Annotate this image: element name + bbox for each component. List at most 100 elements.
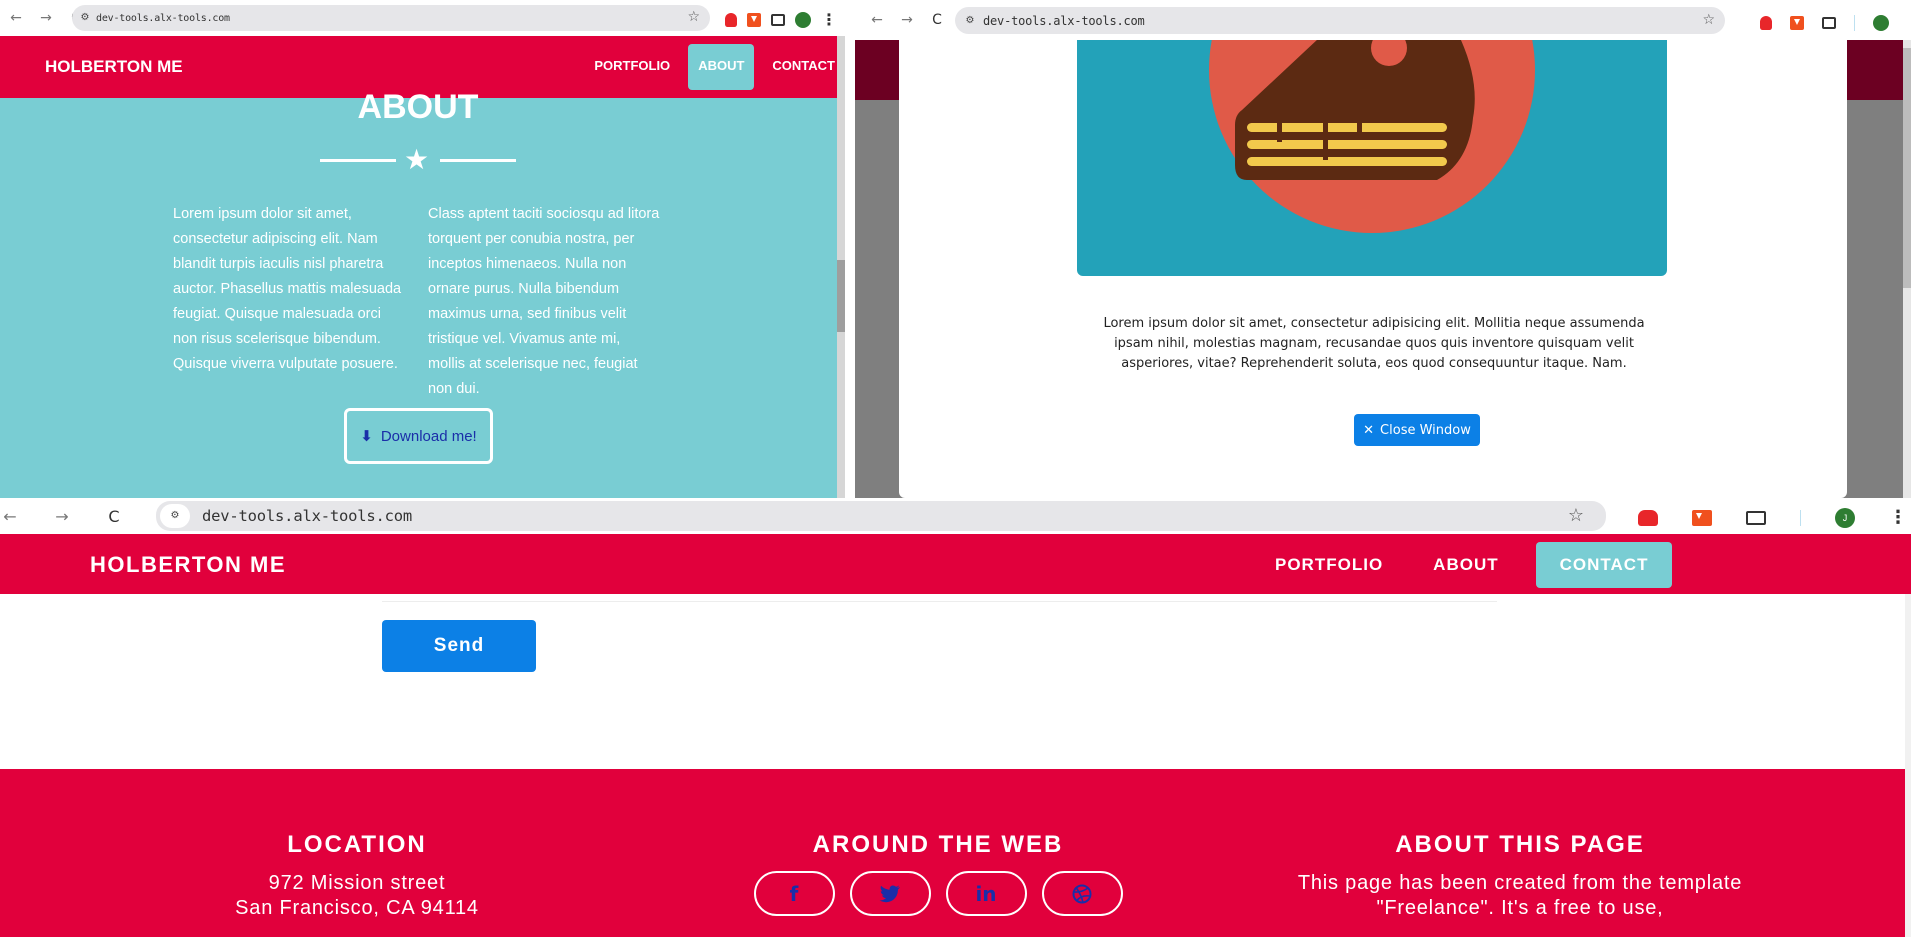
footer-web-title: AROUND THE WEB xyxy=(812,831,1064,858)
browser-nav-buttons: ← → C xyxy=(0,507,124,526)
forward-arrow-icon[interactable]: → xyxy=(52,507,72,526)
footer-address: 972 Mission street San Francisco, CA 941… xyxy=(180,871,534,921)
back-arrow-icon[interactable]: ← xyxy=(869,12,885,28)
nav-link-about[interactable]: ABOUT xyxy=(688,44,755,90)
footer-about-page: ABOUT THIS PAGE This page has been creat… xyxy=(1258,769,1782,921)
linkedin-icon[interactable]: in xyxy=(945,871,1027,916)
about-title: ABOUT xyxy=(357,88,479,126)
extensions-bar: ⋮ xyxy=(1760,13,1911,32)
bookmark-star-icon[interactable]: ☆ xyxy=(1568,505,1584,526)
nav-links: PORTFOLIO ABOUT CONTACT xyxy=(1250,542,1673,588)
nav-link-portfolio[interactable]: PORTFOLIO xyxy=(584,44,680,90)
url-text: dev-tools.alx-tools.com xyxy=(983,13,1145,28)
about-text-column-2: Class aptent taciti sociosqu ad litora t… xyxy=(428,206,660,397)
site-info-icon[interactable]: ⚙ xyxy=(160,504,190,528)
footer-around-web: AROUND THE WEB f in xyxy=(748,769,1128,916)
nav-link-contact[interactable]: CONTACT xyxy=(1535,542,1673,588)
browser-toolbar: ← → C ⚙ dev-tools.alx-tools.com ☆ ⋮ xyxy=(855,0,1911,40)
dribbble-icon[interactable] xyxy=(1041,871,1123,916)
about-text-column-1: Lorem ipsum dolor sit amet, consectetur … xyxy=(173,206,402,372)
extensions-bar: ⋮ xyxy=(725,10,837,29)
divider-line xyxy=(440,159,516,162)
forward-arrow-icon[interactable]: → xyxy=(899,12,915,28)
nav-link-about[interactable]: ABOUT xyxy=(1408,542,1523,588)
extensions-puzzle-icon[interactable] xyxy=(1746,510,1766,525)
extensions-bar: J ⋮ xyxy=(1638,507,1907,528)
nav-links: PORTFOLIO ABOUT CONTACT xyxy=(584,44,845,90)
download-extension-icon[interactable] xyxy=(1790,15,1804,30)
browser-window-contact: ← → C ⚙ dev-tools.alx-tools.com ☆ J ⋮ HO… xyxy=(0,498,1911,937)
toolbar-separator xyxy=(1800,509,1801,526)
profile-avatar[interactable] xyxy=(795,11,811,28)
browser-menu-icon[interactable]: ⋮ xyxy=(821,10,837,29)
site-info-icon[interactable]: ⚙ xyxy=(961,12,979,30)
footer-about-title: ABOUT THIS PAGE xyxy=(1395,831,1645,858)
bookmark-star-icon[interactable]: ☆ xyxy=(687,9,700,25)
download-icon: ⬇ xyxy=(360,427,373,445)
send-button[interactable]: Send xyxy=(382,620,536,672)
divider-line xyxy=(320,159,396,162)
close-window-label: Close Window xyxy=(1380,422,1471,438)
download-button[interactable]: ⬇ Download me! xyxy=(344,408,493,464)
site-info-icon[interactable]: ⚙ xyxy=(76,9,94,27)
browser-menu-icon[interactable]: ⋮ xyxy=(1907,13,1911,32)
scrollbar-thumb[interactable] xyxy=(837,260,845,332)
modal-description: Lorem ipsum dolor sit amet, consectetur … xyxy=(1103,316,1645,371)
ad-block-extension-icon[interactable] xyxy=(1760,15,1772,30)
profile-avatar[interactable]: J xyxy=(1835,507,1855,528)
address-bar[interactable]: ⚙ dev-tools.alx-tools.com ☆ xyxy=(156,501,1606,531)
portfolio-modal: Lorem ipsum dolor sit amet, consectetur … xyxy=(899,40,1847,498)
extensions-puzzle-icon[interactable] xyxy=(1822,16,1836,29)
facebook-icon[interactable]: f xyxy=(753,871,835,916)
twitter-icon[interactable] xyxy=(849,871,931,916)
back-arrow-icon[interactable]: ← xyxy=(0,507,20,526)
star-icon: ★ xyxy=(404,143,430,176)
form-field-underline xyxy=(382,601,1497,602)
scrollbar-track[interactable] xyxy=(1903,40,1911,498)
nav-link-contact[interactable]: CONTACT xyxy=(762,44,845,90)
scrollbar-track[interactable] xyxy=(1905,594,1911,937)
browser-menu-icon[interactable]: ⋮ xyxy=(1889,507,1907,528)
dribbble-ball-icon xyxy=(1072,884,1092,903)
browser-window-portfolio-modal: ← → C ⚙ dev-tools.alx-tools.com ☆ ⋮ xyxy=(855,0,1911,498)
forward-arrow-icon[interactable]: → xyxy=(38,10,54,26)
toolbar-separator xyxy=(1854,14,1855,31)
url-text: dev-tools.alx-tools.com xyxy=(96,12,230,24)
ad-block-extension-icon[interactable] xyxy=(725,12,737,27)
close-window-button[interactable]: ✕ Close Window xyxy=(1354,414,1480,446)
address-line-1: 972 Mission street xyxy=(268,872,446,894)
footer-about-text: This page has been created from the temp… xyxy=(1297,872,1743,919)
browser-window-about: ← → C ⚙ dev-tools.alx-tools.com ☆ ⋮ HOLB… xyxy=(0,0,845,498)
reload-icon[interactable]: C xyxy=(929,12,945,28)
site-navbar: HOLBERTON ME PORTFOLIO ABOUT CONTACT xyxy=(0,534,1911,594)
star-divider: ★ xyxy=(320,143,516,176)
extensions-puzzle-icon[interactable] xyxy=(771,13,785,26)
download-extension-icon[interactable] xyxy=(747,12,761,27)
footer-location-title: LOCATION xyxy=(287,831,427,858)
close-icon: ✕ xyxy=(1363,422,1375,438)
site-brand[interactable]: HOLBERTON ME xyxy=(45,57,183,77)
address-bar[interactable]: ⚙ dev-tools.alx-tools.com ☆ xyxy=(72,5,710,31)
social-links: f in xyxy=(748,871,1128,916)
back-arrow-icon[interactable]: ← xyxy=(8,10,24,26)
nav-link-portfolio[interactable]: PORTFOLIO xyxy=(1250,542,1408,588)
download-button-label: Download me! xyxy=(380,427,477,445)
cake-slice-icon xyxy=(1209,40,1535,233)
bookmark-star-icon[interactable]: ☆ xyxy=(1702,12,1715,28)
download-extension-icon[interactable] xyxy=(1692,509,1712,526)
url-text: dev-tools.alx-tools.com xyxy=(202,507,413,525)
profile-avatar[interactable] xyxy=(1873,14,1889,31)
window-divider xyxy=(845,0,855,498)
browser-toolbar: ← → C ⚙ dev-tools.alx-tools.com ☆ J ⋮ xyxy=(0,498,1911,534)
site-brand[interactable]: HOLBERTON ME xyxy=(90,552,286,578)
address-bar[interactable]: ⚙ dev-tools.alx-tools.com ☆ xyxy=(955,7,1725,34)
site-footer: LOCATION 972 Mission street San Francisc… xyxy=(0,769,1905,937)
portfolio-image-cake xyxy=(1077,40,1667,276)
twitter-bird-icon xyxy=(879,884,900,902)
footer-location: LOCATION 972 Mission street San Francisc… xyxy=(180,769,534,921)
browser-nav-buttons: ← → C xyxy=(855,12,945,28)
reload-icon[interactable]: C xyxy=(104,507,124,526)
ad-block-extension-icon[interactable] xyxy=(1638,509,1658,526)
scrollbar-thumb[interactable] xyxy=(1903,48,1911,288)
browser-toolbar: ← → C ⚙ dev-tools.alx-tools.com ☆ ⋮ xyxy=(0,0,845,36)
